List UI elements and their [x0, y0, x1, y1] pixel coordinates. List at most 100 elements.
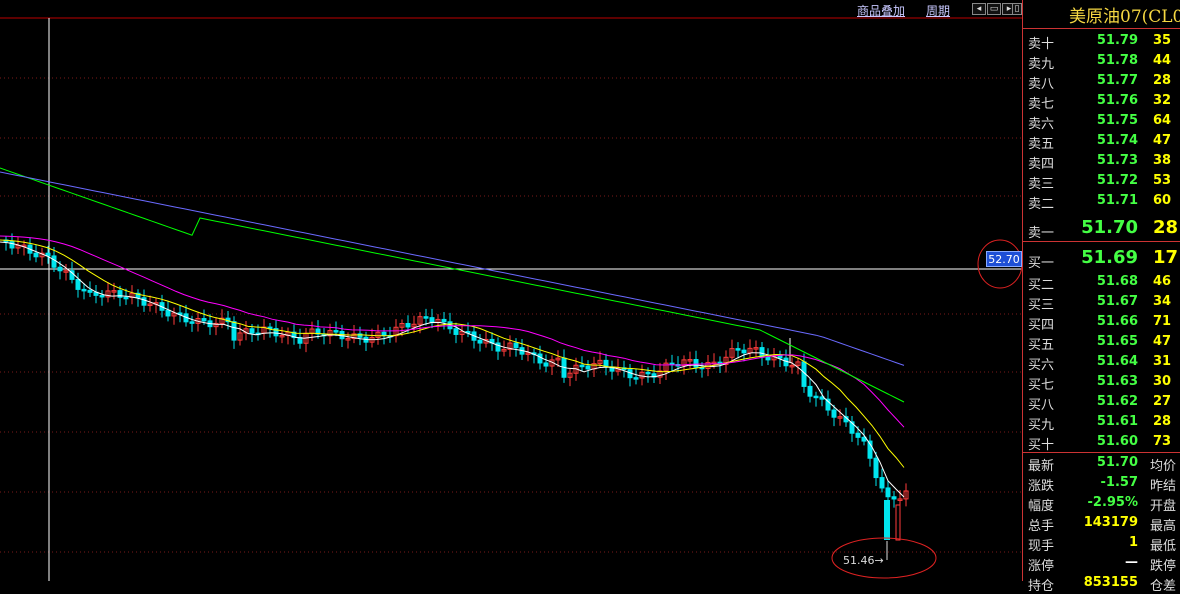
ask-level[interactable]: 卖八 51.77 28: [1023, 71, 1180, 92]
level-label: 卖五: [1028, 137, 1055, 152]
candle: [423, 316, 429, 319]
period-link[interactable]: 周期: [926, 2, 950, 19]
candle: [333, 330, 339, 333]
level-label: 买九: [1028, 418, 1055, 433]
level-volume: 53: [1153, 173, 1172, 188]
bid-level[interactable]: 买四 51.66 71: [1023, 312, 1180, 333]
candle: [141, 297, 147, 306]
panel-toggle-button[interactable]: ▯: [1012, 3, 1022, 15]
stat-label: 总手: [1028, 519, 1055, 534]
level-volume: 60: [1153, 193, 1172, 208]
quote-panel: 美原油07(CL0 卖十 51.79 35 卖九 51.78 44 卖八 51.77 28 卖七 5…: [1022, 0, 1180, 594]
candle: [249, 328, 255, 334]
bid-level[interactable]: 买九 51.61 28: [1023, 412, 1180, 433]
candle: [477, 339, 483, 344]
level-price: 51.74: [1096, 133, 1138, 148]
stat-value: —: [1125, 555, 1138, 570]
level-price: 51.79: [1096, 33, 1138, 48]
candle: [405, 322, 411, 328]
candle: [633, 377, 639, 380]
candle: [231, 321, 237, 341]
level-label: 卖六: [1028, 117, 1055, 132]
level-volume: 71: [1153, 314, 1172, 329]
level-price: 51.61: [1096, 414, 1138, 429]
stat-label: 最新: [1028, 459, 1055, 474]
level-price: 51.63: [1096, 374, 1138, 389]
zoom-button[interactable]: ▭: [987, 3, 1001, 15]
level-label: 卖四: [1028, 157, 1055, 172]
level-price: 51.65: [1096, 334, 1138, 349]
stat-value: 51.70: [1096, 455, 1138, 470]
ask-level[interactable]: 卖九 51.78 44: [1023, 51, 1180, 72]
ask-level[interactable]: 卖一 51.70 28: [1023, 214, 1180, 241]
level-label: 买二: [1028, 278, 1055, 293]
kline-chart[interactable]: 商品叠加 周期 ◂ ▭ ▸ ▯ 52.70 51.46→: [0, 0, 1022, 581]
bid-level[interactable]: 买十 51.60 73: [1023, 432, 1180, 453]
candle: [579, 364, 585, 368]
candle: [87, 289, 93, 293]
chart-canvas[interactable]: [0, 0, 1022, 581]
candle: [9, 241, 15, 249]
level-volume: 31: [1153, 354, 1172, 369]
level-label: 卖七: [1028, 97, 1055, 112]
bid-level[interactable]: 买七 51.63 30: [1023, 372, 1180, 393]
level-label: 卖九: [1028, 57, 1055, 72]
level-label: 卖八: [1028, 77, 1055, 92]
stat-label-secondary: 跌停: [1150, 559, 1177, 574]
candle: [441, 318, 447, 323]
bid-level[interactable]: 买六 51.64 31: [1023, 352, 1180, 373]
overlay-commodity-link[interactable]: 商品叠加: [857, 2, 905, 19]
level-label: 卖十: [1028, 37, 1055, 52]
candle: [777, 355, 783, 359]
level-label: 买五: [1028, 338, 1055, 353]
candle: [884, 500, 890, 540]
stat-row: 现手 1 最低: [1023, 533, 1180, 554]
level-price: 51.75: [1096, 113, 1138, 128]
candle: [57, 266, 63, 272]
bid-level[interactable]: 买五 51.65 47: [1023, 332, 1180, 353]
level-label: 买七: [1028, 378, 1055, 393]
level-volume: 47: [1153, 133, 1172, 148]
level-volume: 44: [1153, 53, 1172, 68]
level-label: 卖三: [1028, 177, 1055, 192]
stat-value: 1: [1128, 535, 1138, 550]
stat-label-secondary: 开盘: [1150, 499, 1177, 514]
level-price: 51.69: [1081, 247, 1138, 268]
level-price: 51.68: [1096, 274, 1138, 289]
instrument-title: 美原油07(CL0: [1069, 7, 1180, 27]
low-price-marker: 51.46→: [843, 554, 884, 567]
ma5-line: [0, 241, 905, 498]
level-volume: 28: [1153, 217, 1179, 238]
level-label: 买六: [1028, 358, 1055, 373]
level-label: 买四: [1028, 318, 1055, 333]
divider: [1023, 241, 1180, 242]
bid-level[interactable]: 买二 51.68 46: [1023, 272, 1180, 293]
scroll-left-button[interactable]: ◂: [972, 3, 986, 15]
level-volume: 28: [1153, 73, 1172, 88]
level-volume: 30: [1153, 374, 1172, 389]
stat-label: 幅度: [1028, 499, 1055, 514]
level-price: 51.60: [1096, 434, 1138, 449]
bid-level[interactable]: 买八 51.62 27: [1023, 392, 1180, 413]
ask-level[interactable]: 卖七 51.76 32: [1023, 91, 1180, 112]
level-label: 卖一: [1028, 226, 1055, 241]
bid-level[interactable]: 买一 51.69 17: [1023, 244, 1180, 271]
ask-level[interactable]: 卖三 51.72 53: [1023, 171, 1180, 192]
ask-level[interactable]: 卖四 51.73 38: [1023, 151, 1180, 172]
ask-level[interactable]: 卖二 51.71 60: [1023, 191, 1180, 212]
level-volume: 17: [1153, 247, 1179, 268]
candle: [879, 477, 885, 489]
ma20-line: [0, 235, 905, 428]
crosshair-price-label: 52.70: [986, 251, 1022, 267]
ask-level[interactable]: 卖六 51.75 64: [1023, 111, 1180, 132]
level-price: 51.73: [1096, 153, 1138, 168]
level-price: 51.70: [1081, 217, 1138, 238]
candle: [123, 296, 129, 300]
stat-row: 幅度 -2.95% 开盘: [1023, 493, 1180, 514]
stat-label: 现手: [1028, 539, 1055, 554]
level-volume: 35: [1153, 33, 1172, 48]
ask-level[interactable]: 卖五 51.74 47: [1023, 131, 1180, 152]
candle: [165, 309, 171, 317]
ask-level[interactable]: 卖十 51.79 35: [1023, 31, 1180, 52]
bid-level[interactable]: 买三 51.67 34: [1023, 292, 1180, 313]
